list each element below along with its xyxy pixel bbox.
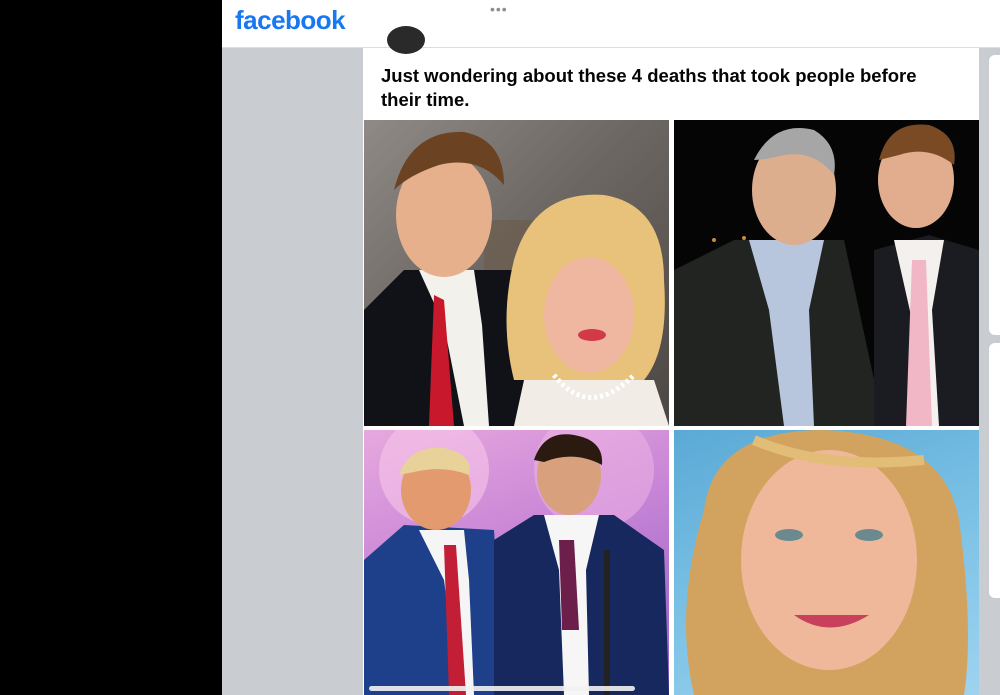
author-avatar[interactable]	[387, 26, 425, 54]
facebook-logo[interactable]: facebook	[235, 5, 346, 36]
photo-3-image	[364, 430, 669, 695]
photo-1-image	[364, 131, 669, 426]
post-photo-4[interactable]	[674, 430, 979, 695]
top-navigation-bar: facebook •••	[222, 0, 1000, 48]
adjacent-post-card-edge	[989, 55, 1000, 335]
photo-4-image	[686, 430, 968, 695]
app-screen: facebook ••• Just wondering about these …	[222, 0, 1000, 695]
post-text: Just wondering about these 4 deaths that…	[381, 65, 917, 110]
post-photo-1[interactable]	[364, 120, 669, 426]
post-photo-3[interactable]	[364, 430, 669, 695]
home-indicator-bar[interactable]	[369, 686, 635, 691]
adjacent-post-card-edge-2	[989, 343, 1000, 598]
more-horizontal-icon[interactable]: •••	[490, 2, 508, 16]
post-photo-2[interactable]	[674, 120, 979, 426]
photo-2-image	[674, 124, 979, 426]
post-card: Just wondering about these 4 deaths that…	[363, 26, 979, 695]
